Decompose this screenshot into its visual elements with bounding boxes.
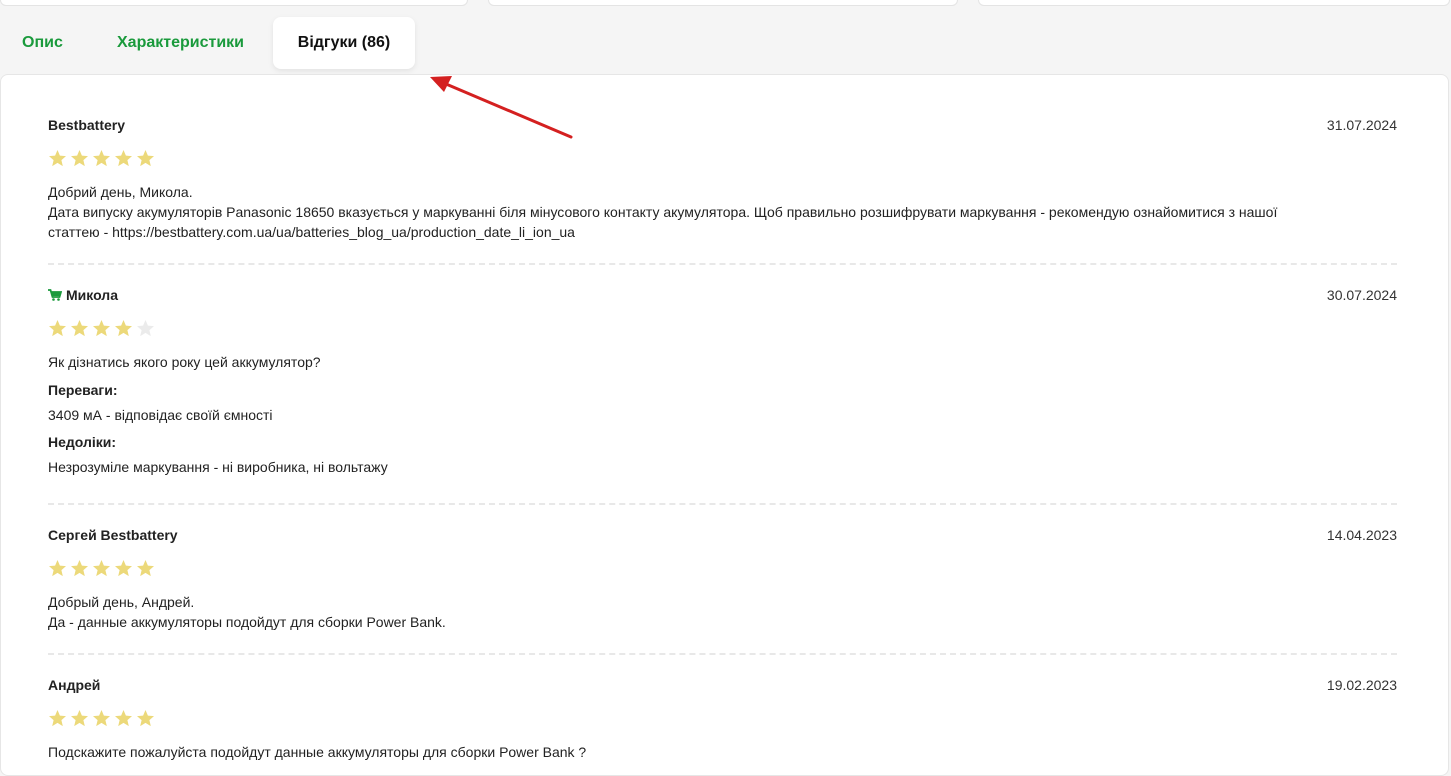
top-card-right <box>978 0 1450 6</box>
review-text-line: Добрий день, Микола. <box>48 184 193 200</box>
star-filled-icon <box>93 560 110 577</box>
top-card-left <box>0 0 468 6</box>
review-divider <box>48 653 1397 655</box>
review-text-line: Дата випуску акумуляторів Panasonic 1865… <box>48 204 1278 220</box>
star-filled-icon <box>137 150 154 167</box>
rating-stars <box>48 319 1397 338</box>
review-divider <box>48 503 1397 505</box>
star-filled-icon <box>115 710 132 727</box>
review-item: Сергей Bestbattery 14.04.2023 Добрый ден… <box>48 527 1397 632</box>
review-date: 19.02.2023 <box>1326 677 1397 693</box>
review-author: Андрей <box>48 677 101 693</box>
star-filled-icon <box>93 150 110 167</box>
rating-stars <box>48 559 1397 578</box>
review-text-line: Подскажите пожалуйста подойдут данные ак… <box>48 744 587 760</box>
review-text-line: Як дізнатись якого року цей аккумулятор? <box>48 354 321 370</box>
star-filled-icon <box>115 320 132 337</box>
review-date: 14.04.2023 <box>1326 527 1397 543</box>
review-item: Андрей 19.02.2023 Подскажите пожалуйста … <box>48 677 1397 762</box>
tab-characteristics[interactable]: Характеристики <box>117 17 244 69</box>
star-filled-icon <box>71 560 88 577</box>
star-filled-icon <box>93 320 110 337</box>
review-item: Bestbattery 31.07.2024 Добрий день, Мико… <box>48 117 1397 242</box>
star-filled-icon <box>137 710 154 727</box>
rating-stars <box>48 149 1397 168</box>
review-item: Микола 30.07.2024 Як дізнатись якого рок… <box>48 287 1397 477</box>
star-empty-icon <box>137 320 154 337</box>
star-filled-icon <box>49 320 66 337</box>
star-filled-icon <box>93 710 110 727</box>
cons-text: Незрозуміле маркування - ні виробника, н… <box>48 459 388 475</box>
star-filled-icon <box>71 150 88 167</box>
star-filled-icon <box>49 560 66 577</box>
star-filled-icon <box>115 150 132 167</box>
rating-stars <box>48 709 1397 728</box>
pros-label: Переваги: <box>48 382 118 398</box>
star-filled-icon <box>137 560 154 577</box>
top-card-middle <box>488 0 958 6</box>
review-text-line: Добрый день, Андрей. <box>48 594 195 610</box>
cart-icon <box>48 289 62 301</box>
tab-reviews[interactable]: Відгуки (86) <box>273 17 415 69</box>
review-date: 31.07.2024 <box>1326 117 1397 133</box>
review-text-line: Да - данные аккумуляторы подойдут для сб… <box>48 614 446 630</box>
star-filled-icon <box>49 150 66 167</box>
cons-label: Недоліки: <box>48 434 117 450</box>
tab-description[interactable]: Опис <box>22 17 63 69</box>
review-date: 30.07.2024 <box>1326 287 1397 303</box>
star-filled-icon <box>115 560 132 577</box>
review-text-line: статтею - https://bestbattery.com.ua/ua/… <box>48 224 575 240</box>
star-filled-icon <box>71 710 88 727</box>
star-filled-icon <box>49 710 66 727</box>
review-author: Микола <box>48 287 1397 303</box>
pros-text: 3409 мА - відповідає своїй ємності <box>48 407 273 423</box>
review-author: Сергей Bestbattery <box>48 527 178 543</box>
review-divider <box>48 263 1397 265</box>
review-author: Bestbattery <box>48 117 126 133</box>
star-filled-icon <box>71 320 88 337</box>
